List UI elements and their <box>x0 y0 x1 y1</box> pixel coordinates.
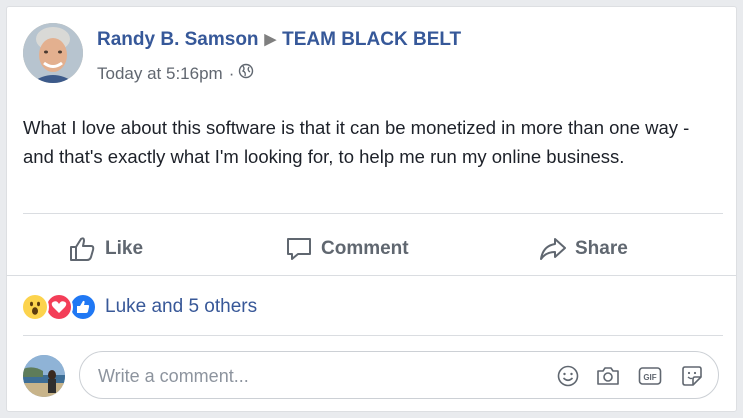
speech-bubble-icon <box>287 238 311 260</box>
globe-icon[interactable] <box>238 63 254 84</box>
post-actions: Like Comment Share <box>23 219 723 279</box>
comment-box[interactable]: GIF <box>79 351 719 399</box>
post-title: Randy B. Samson ▶ TEAM BLACK BELT <box>97 29 461 51</box>
post-timestamp[interactable]: Today at 5:16pm <box>97 64 223 84</box>
triangle-right-icon: ▶ <box>264 31 277 48</box>
post-body: What I love about this software is that … <box>23 117 690 167</box>
post-meta: Today at 5:16pm · <box>97 63 254 84</box>
share-arrow-icon <box>540 238 566 260</box>
comment-input[interactable] <box>96 363 540 389</box>
post-header: Randy B. Samson ▶ TEAM BLACK BELT Today at… <box>23 23 723 83</box>
divider <box>7 275 736 276</box>
gif-icon[interactable]: GIF <box>638 364 662 388</box>
meta-separator: · <box>228 63 235 83</box>
viewer-avatar[interactable] <box>23 355 65 397</box>
emoji-icon[interactable] <box>556 364 580 388</box>
sticker-icon[interactable] <box>680 364 704 388</box>
reactions-text[interactable]: Luke and 5 others <box>105 296 257 318</box>
comment-label: Comment <box>321 238 409 259</box>
share-button[interactable]: Share <box>539 219 628 279</box>
group-name[interactable]: TEAM BLACK BELT <box>282 29 461 50</box>
love-icon <box>45 293 73 321</box>
like-label: Like <box>105 238 144 259</box>
share-label: Share <box>575 238 628 259</box>
divider <box>23 213 723 214</box>
author-avatar[interactable] <box>23 23 83 83</box>
comment-composer: GIF <box>23 351 723 401</box>
post-card: Randy B. Samson ▶ TEAM BLACK BELT Today at… <box>6 6 737 412</box>
reactions-summary[interactable]: Luke and 5 others <box>21 293 257 321</box>
comment-button[interactable]: Comment <box>285 219 409 279</box>
author-name[interactable]: Randy B. Samson <box>97 29 259 50</box>
wow-icon <box>21 293 49 321</box>
like-button[interactable]: Like <box>69 219 143 279</box>
svg-text:GIF: GIF <box>643 373 656 382</box>
camera-icon[interactable] <box>596 364 620 388</box>
like-icon <box>69 293 97 321</box>
thumbs-up-icon <box>70 237 95 261</box>
divider <box>23 335 723 336</box>
